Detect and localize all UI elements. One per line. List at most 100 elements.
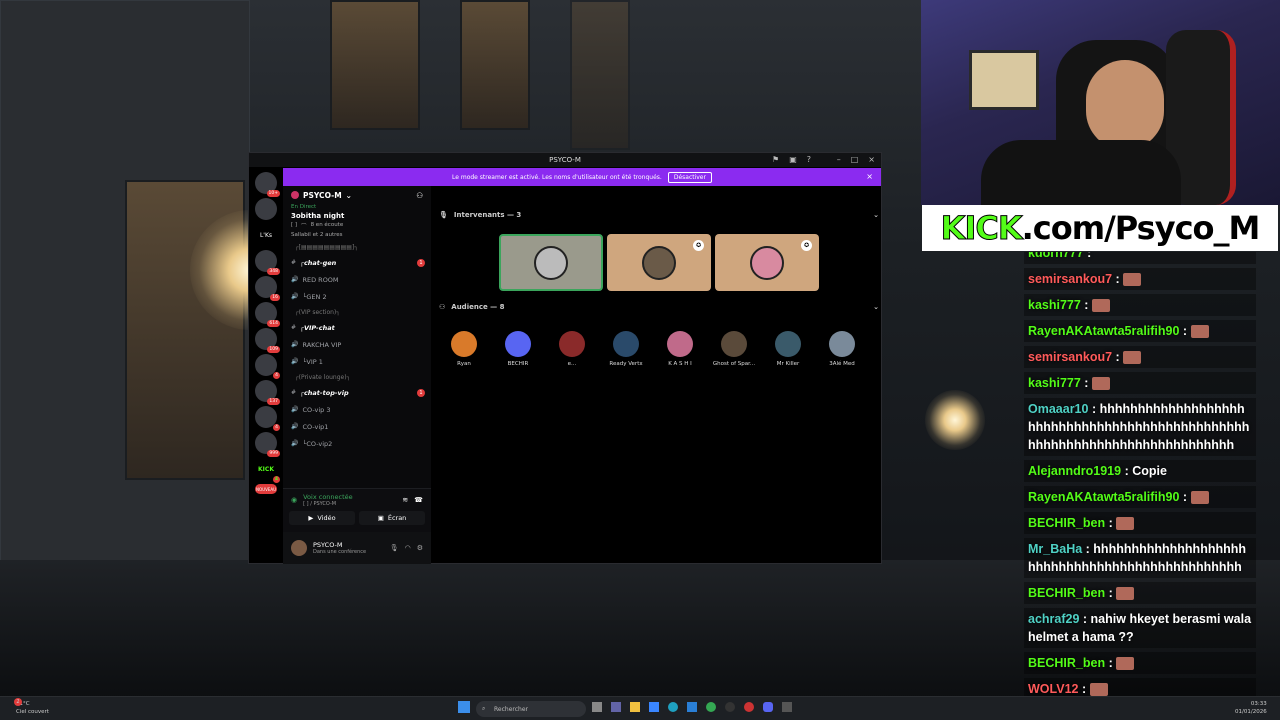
- screen-icon[interactable]: ▣: [789, 155, 797, 164]
- server-icon[interactable]: 4: [255, 354, 280, 379]
- maximize-button[interactable]: □: [851, 155, 859, 164]
- mic-icon[interactable]: 🎙: [390, 544, 399, 552]
- inbox-icon[interactable]: ⚑: [772, 155, 779, 164]
- server-icon[interactable]: NOUVEAU: [255, 484, 277, 494]
- audience-member[interactable]: Ryan: [447, 331, 481, 367]
- window-title: PSYCO-M: [549, 156, 581, 164]
- text-channel[interactable]: # ┌VIP-chat: [283, 319, 431, 336]
- text-channel[interactable]: # ┌chat-top-vip 1: [283, 384, 431, 401]
- audience-list: Ryan BECHIR e... Ready Vertx K A S H I Ghost …: [447, 331, 859, 367]
- chat-username[interactable]: WOLV12: [1028, 682, 1078, 696]
- chat-username[interactable]: Omaaar10: [1028, 402, 1088, 416]
- server-label: L'Ks: [259, 231, 273, 239]
- server-icon[interactable]: 109: [255, 328, 280, 353]
- settings-gear-icon[interactable]: ⚙: [417, 544, 423, 552]
- headphones-icon[interactable]: ◠: [405, 544, 411, 552]
- chat-username[interactable]: kashi777: [1028, 298, 1081, 312]
- server-icon[interactable]: 614: [255, 302, 280, 327]
- store-icon[interactable]: [649, 702, 659, 712]
- chat-message: achraf29 : nahiw hkeyet berasmi wala hel…: [1024, 608, 1256, 648]
- chat-message: kdorh777 :: [1024, 252, 1256, 264]
- file-explorer-icon[interactable]: [630, 702, 640, 712]
- video-button[interactable]: ▶ Vidéo: [289, 511, 355, 525]
- help-icon[interactable]: ?: [807, 155, 811, 164]
- server-icon[interactable]: KICK 4: [255, 458, 280, 483]
- channel-category[interactable]: ┌(Private lounge)┐: [283, 370, 431, 384]
- avatar: [750, 245, 784, 280]
- text-channel[interactable]: # ┌chat-gen 1: [283, 254, 431, 271]
- voice-channel[interactable]: 🔊 RED ROOM: [283, 271, 431, 288]
- teams-icon[interactable]: [611, 702, 621, 712]
- noise-suppression-icon[interactable]: ≋: [402, 496, 408, 504]
- audience-icon: ⚇: [439, 303, 446, 311]
- live-event[interactable]: En Direct 3obitha night [ ] ⌒ 8 en écout…: [283, 204, 431, 238]
- avatar[interactable]: [291, 540, 307, 556]
- speakers-section-header[interactable]: 🎙 Intervenants — 3 ⌄: [439, 211, 879, 219]
- minimize-button[interactable]: –: [837, 155, 841, 164]
- speaker-tile[interactable]: ✪: [607, 234, 711, 291]
- speaker-tile[interactable]: [499, 234, 603, 291]
- disconnect-icon[interactable]: ☎: [414, 496, 423, 504]
- audience-member[interactable]: BECHIR: [501, 331, 535, 367]
- system-clock[interactable]: 03:33 01/01/2026: [1235, 700, 1267, 716]
- disable-streamer-button[interactable]: Désactiver: [667, 171, 712, 183]
- app-icon[interactable]: [744, 702, 754, 712]
- search-placeholder: Rechercher: [494, 705, 528, 713]
- chat-username[interactable]: semirsankou7: [1028, 350, 1112, 364]
- channel-category[interactable]: ┌[▤▤▤▤▤▤▤▤▤]┐: [283, 240, 431, 254]
- add-member-icon[interactable]: ⚇: [416, 191, 423, 200]
- task-view-icon[interactable]: [592, 702, 602, 712]
- audience-member[interactable]: Ghost of Spar...: [713, 331, 755, 367]
- voice-channel[interactable]: 🔊 └GEN 2: [283, 288, 431, 305]
- audience-member[interactable]: e...: [555, 331, 589, 367]
- server-icon[interactable]: 137: [255, 380, 280, 405]
- chat-username[interactable]: RayenAKAtawta5ralifih90: [1028, 490, 1179, 504]
- banner-close-icon[interactable]: ×: [866, 172, 873, 181]
- server-icon[interactable]: 348: [255, 250, 280, 275]
- screen-share-button[interactable]: ▣ Écran: [359, 511, 425, 525]
- app-icon[interactable]: [782, 702, 792, 712]
- server-icon[interactable]: 4: [255, 406, 280, 431]
- windows-start-icon[interactable]: [458, 701, 470, 713]
- audience-member[interactable]: K A S H I: [663, 331, 697, 367]
- mail-icon[interactable]: [687, 702, 697, 712]
- voice-channel[interactable]: 🔊 └VIP 1: [283, 353, 431, 370]
- chat-username[interactable]: Alejanndro1919: [1028, 464, 1121, 478]
- chat-username[interactable]: BECHIR_ben: [1028, 586, 1105, 600]
- chat-username[interactable]: RayenAKAtawta5ralifih90: [1028, 324, 1179, 338]
- chat-username[interactable]: BECHIR_ben: [1028, 516, 1105, 530]
- server-icon[interactable]: 16: [255, 276, 280, 301]
- audience-member[interactable]: Mr Killer: [771, 331, 805, 367]
- discord-icon[interactable]: [763, 702, 773, 712]
- speaker-tile[interactable]: ✪: [715, 234, 819, 291]
- chat-username[interactable]: BECHIR_ben: [1028, 656, 1105, 670]
- chat-message: kashi777 :: [1024, 372, 1256, 394]
- voice-channel[interactable]: 🔊 RAKCHA VIP: [283, 336, 431, 353]
- close-button[interactable]: ×: [868, 155, 875, 164]
- audience-member[interactable]: 3Alé Med: [825, 331, 859, 367]
- server-icon[interactable]: [255, 198, 277, 220]
- obs-icon[interactable]: [725, 702, 735, 712]
- chat-username[interactable]: kashi777: [1028, 376, 1081, 390]
- voice-channel[interactable]: 🔊 └CO-vip2: [283, 435, 431, 452]
- chrome-icon[interactable]: [706, 702, 716, 712]
- server-icon[interactable]: 999: [255, 432, 280, 457]
- chat-username[interactable]: kdorh777: [1028, 252, 1084, 260]
- chat-message: Alejanndro1919 : Copie: [1024, 460, 1256, 482]
- server-icon[interactable]: L'Ks: [255, 224, 277, 246]
- edge-icon[interactable]: [668, 702, 678, 712]
- server-icon[interactable]: 10+: [255, 172, 280, 197]
- voice-location[interactable]: [ ] / PSYCO-M: [303, 501, 353, 507]
- voice-channel[interactable]: 🔊 CO-vip1: [283, 418, 431, 435]
- chat-separator: :: [1105, 516, 1117, 530]
- taskbar-search[interactable]: ⌕ Rechercher: [476, 701, 586, 717]
- server-header[interactable]: PSYCO-M ⌄ ⚇: [283, 186, 431, 204]
- chat-username[interactable]: semirsankou7: [1028, 272, 1112, 286]
- chat-username[interactable]: achraf29: [1028, 612, 1079, 626]
- audience-member[interactable]: Ready Vertx: [609, 331, 643, 367]
- chat-username[interactable]: Mr_BaHa: [1028, 542, 1082, 556]
- channel-label: RAKCHA VIP: [302, 340, 342, 349]
- channel-category[interactable]: ┌(VIP section)┐: [283, 305, 431, 319]
- audience-section-header[interactable]: ⚇ Audience — 8 ⌄: [439, 303, 879, 311]
- voice-channel[interactable]: 🔊 CO-vip 3: [283, 401, 431, 418]
